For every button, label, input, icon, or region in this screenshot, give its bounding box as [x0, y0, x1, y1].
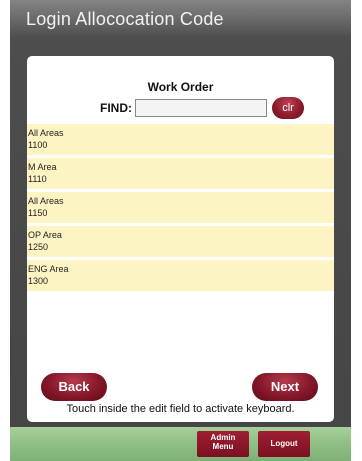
- logout-button[interactable]: Logout: [258, 431, 310, 457]
- item-code: 1110: [28, 174, 47, 184]
- work-order-panel: Work Order FIND: clr All Areas 1100 M Ar…: [27, 56, 334, 422]
- list-item[interactable]: All Areas 1150: [27, 192, 334, 223]
- work-order-list: All Areas 1100 M Area 1110 All Areas 115…: [27, 124, 334, 294]
- app-window: Login Allococation Code Work Order FIND:…: [10, 0, 351, 461]
- admin-menu-button[interactable]: Admin Menu: [197, 431, 249, 457]
- item-name: All Areas: [28, 196, 64, 206]
- item-name: All Areas: [28, 128, 64, 138]
- bottom-bar: Admin Menu Logout: [10, 427, 351, 461]
- list-item[interactable]: All Areas 1100: [27, 124, 334, 155]
- item-name: OP Area: [28, 230, 62, 240]
- item-name: ENG Area: [28, 264, 69, 274]
- window-title: Login Allococation Code: [26, 9, 224, 29]
- keyboard-hint: Touch inside the edit field to activate …: [66, 403, 295, 415]
- list-item[interactable]: ENG Area 1300: [27, 260, 334, 291]
- item-code: 1250: [28, 242, 49, 252]
- admin-menu-label-line1: Admin: [210, 433, 236, 442]
- next-button[interactable]: Next: [252, 373, 318, 401]
- item-code: 1100: [28, 140, 48, 150]
- item-code: 1150: [28, 208, 48, 218]
- item-name: M Area: [28, 162, 57, 172]
- admin-menu-label-line2: Menu: [212, 442, 234, 451]
- panel-title: Work Order: [147, 80, 214, 94]
- find-label: FIND:: [100, 101, 132, 115]
- list-item[interactable]: OP Area 1250: [27, 226, 334, 257]
- find-input[interactable]: [135, 99, 267, 117]
- list-item[interactable]: M Area 1110: [27, 158, 334, 189]
- clear-button[interactable]: clr: [272, 97, 304, 119]
- item-code: 1300: [28, 276, 49, 286]
- back-button[interactable]: Back: [41, 373, 107, 401]
